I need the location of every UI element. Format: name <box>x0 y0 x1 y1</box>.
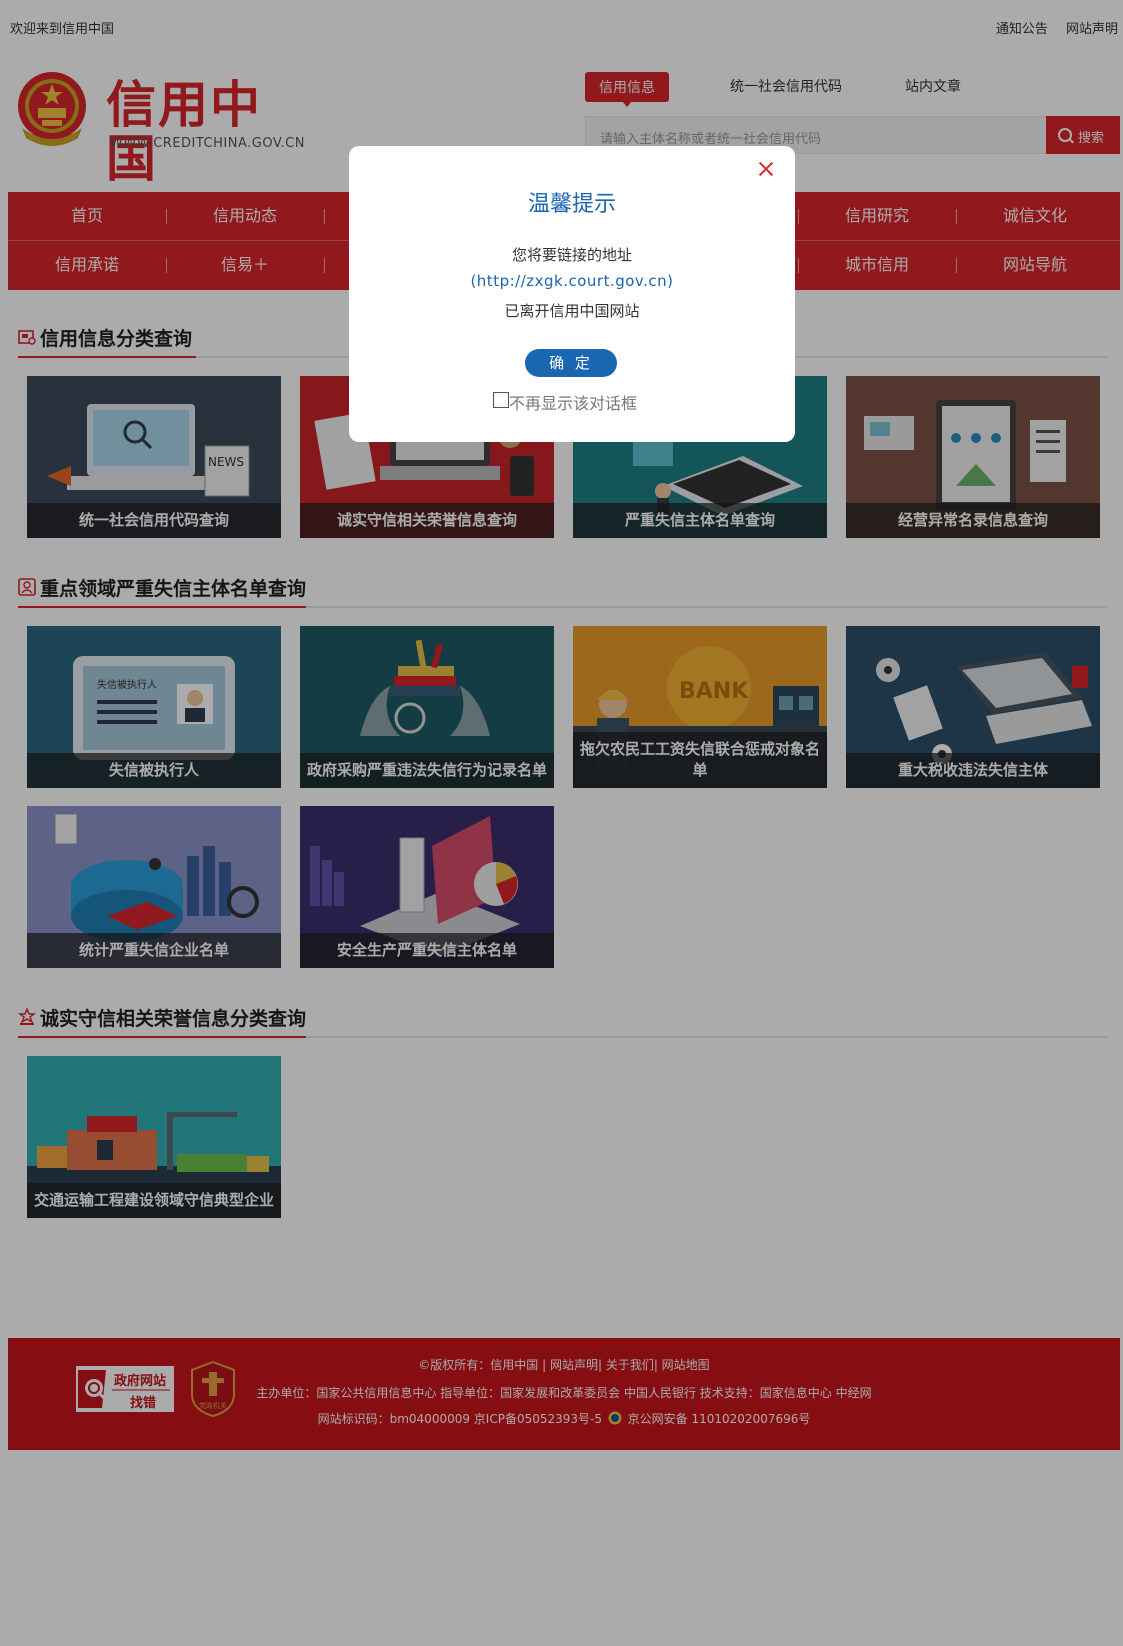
dont-show-again-checkbox[interactable] <box>493 392 509 408</box>
dont-show-again-label: 不再显示该对话框 <box>509 394 638 413</box>
dialog-message: 您将要链接的地址 <box>511 246 632 264</box>
dialog-title: 温馨提示 <box>527 192 616 217</box>
dialog-url: (http://zxgk.court.gov.cn) <box>470 272 674 290</box>
confirm-button[interactable]: 确 定 <box>525 349 617 377</box>
modal-overlay[interactable]: 温馨提示 您将要链接的地址 (http://zxgk.court.gov.cn)… <box>0 0 1123 1646</box>
close-icon[interactable] <box>753 156 779 182</box>
dont-show-again-option[interactable]: 不再显示该对话框 <box>493 390 693 413</box>
notice-dialog: 温馨提示 您将要链接的地址 (http://zxgk.court.gov.cn)… <box>349 146 795 442</box>
dialog-leave-notice: 已离开信用中国网站 <box>504 302 640 320</box>
